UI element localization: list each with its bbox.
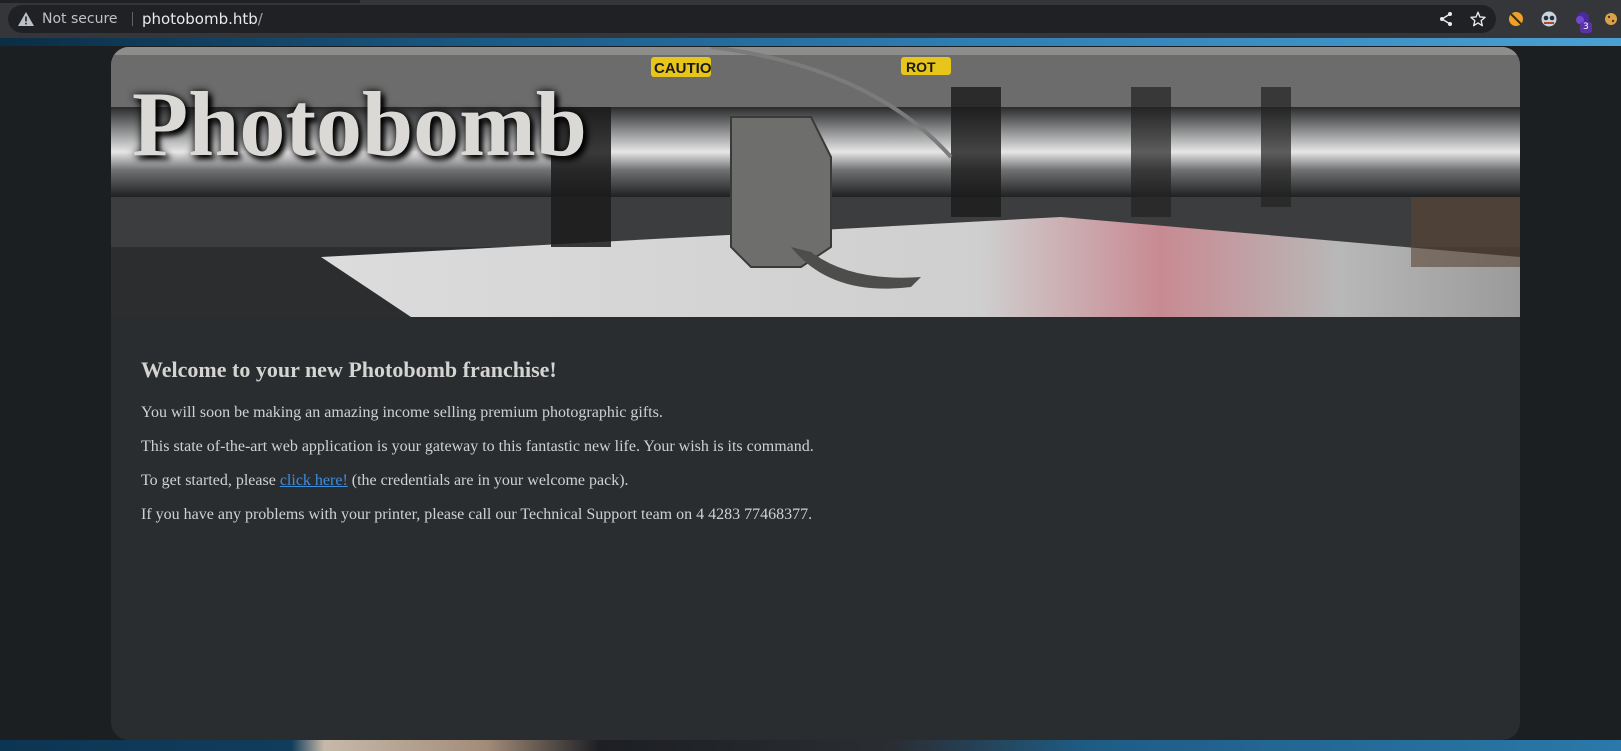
- warning-icon[interactable]: [18, 12, 34, 26]
- welcome-heading: Welcome to your new Photobomb franchise!: [141, 357, 557, 382]
- extension-icon[interactable]: [1540, 10, 1558, 28]
- rot-sign-text: ROT: [906, 59, 936, 75]
- page-card: CAUTIO ROT Photobomb Welcome to your new…: [111, 47, 1520, 740]
- hero-banner: CAUTIO ROT Photobomb: [111, 47, 1520, 317]
- browser-toolbar: Not secure photobomb.htb/ 3: [0, 0, 1621, 38]
- extension-icon[interactable]: [1604, 10, 1618, 28]
- click-here-link[interactable]: click here!: [280, 472, 348, 489]
- intro-paragraph: You will soon be making an amazing incom…: [141, 404, 663, 421]
- share-icon[interactable]: [1438, 11, 1454, 27]
- url-text[interactable]: photobomb.htb/: [142, 10, 263, 28]
- star-icon[interactable]: [1469, 10, 1487, 28]
- security-label[interactable]: Not secure: [42, 11, 118, 27]
- url-host: photobomb.htb: [142, 10, 258, 28]
- get-started-text: To get started, please: [141, 472, 280, 489]
- extension-icon[interactable]: [1507, 10, 1525, 28]
- site-title: Photobomb: [132, 73, 587, 175]
- background-band-top: [0, 38, 1621, 46]
- main-content: Welcome to your new Photobomb franchise!…: [111, 317, 1520, 565]
- gateway-paragraph: This state of-the-art web application is…: [141, 438, 814, 455]
- address-bar[interactable]: Not secure photobomb.htb/: [8, 5, 1496, 33]
- tab-strip-edge: [0, 0, 360, 3]
- get-started-paragraph: To get started, please click here! (the …: [141, 471, 1490, 490]
- support-paragraph: If you have any problems with your print…: [141, 506, 813, 523]
- credentials-text: (the credentials are in your welcome pac…: [347, 472, 629, 489]
- separator: [132, 12, 133, 26]
- background-band-bottom: [0, 740, 1621, 751]
- caution-sign-text: CAUTIO: [654, 60, 712, 77]
- url-path: /: [257, 10, 263, 28]
- extension-badge: 3: [1580, 22, 1592, 33]
